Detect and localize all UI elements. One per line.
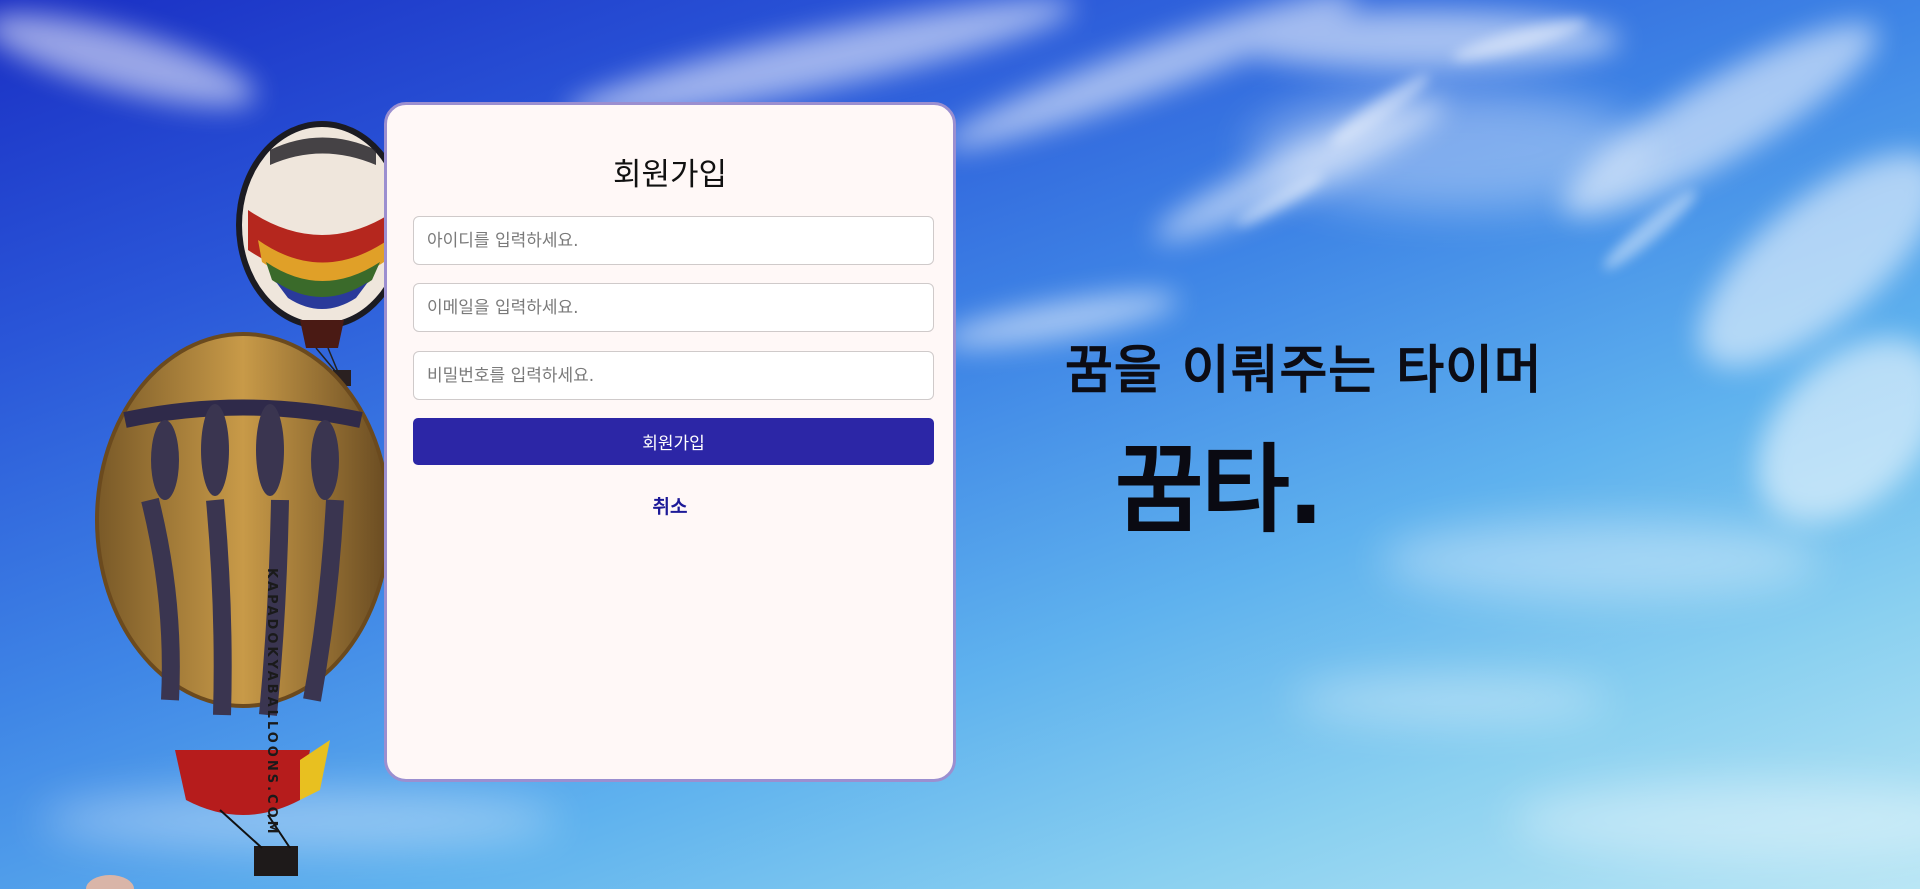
id-input[interactable] [413, 216, 934, 265]
background-sky-image: KAPADOKYABALLOONS.COM [0, 0, 1920, 889]
hero-tagline: 꿈을 이뤄주는 타이머 [1065, 341, 1543, 401]
brand-logo-text: 꿈타. [1115, 434, 1324, 546]
email-input[interactable] [413, 283, 934, 332]
balloon-lettering: KAPADOKYABALLOONS.COM [264, 568, 279, 837]
hot-air-balloon-small [86, 875, 134, 889]
signup-title: 회원가입 [612, 157, 728, 193]
signup-submit-button[interactable]: 회원가입 [413, 418, 934, 465]
signup-card: 회원가입 회원가입 취소 [384, 102, 956, 782]
password-input[interactable] [413, 351, 934, 400]
cancel-link[interactable]: 취소 [387, 492, 953, 519]
signup-page: KAPADOKYABALLOONS.COM 회원가입 회원가입 취소 꿈을 이뤄… [0, 0, 1920, 889]
